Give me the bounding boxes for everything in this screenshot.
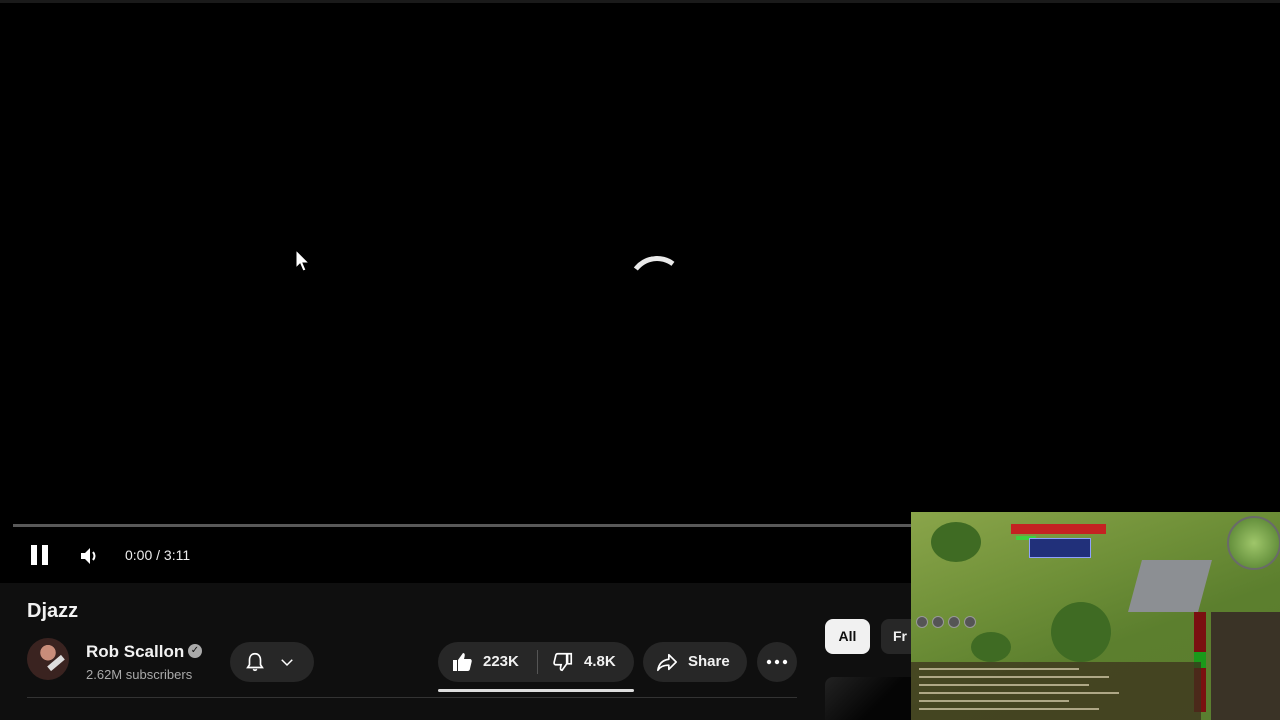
dislike-count[interactable]: 4.8K <box>584 653 616 670</box>
duration: 3:11 <box>163 547 191 563</box>
bell-icon <box>246 652 264 672</box>
like-dislike-group: 223K 4.8K <box>438 642 634 682</box>
recommended-thumbnail[interactable] <box>825 677 915 720</box>
share-label: Share <box>688 653 730 670</box>
player-controls: 0:00 / 3:11 <box>0 538 911 574</box>
thumbs-down-icon[interactable] <box>552 651 574 673</box>
verified-icon: ✓ <box>188 644 202 658</box>
video-player[interactable]: 0:00 / 3:11 <box>0 0 1280 583</box>
more-actions-button[interactable] <box>757 642 797 682</box>
top-edge <box>0 0 1280 3</box>
divider-line <box>27 697 797 698</box>
more-horizontal-icon <box>766 659 788 665</box>
video-title: Djazz <box>27 600 79 622</box>
volume-icon <box>81 548 96 564</box>
chevron-down-icon <box>281 659 293 667</box>
picture-in-picture-game-video[interactable] <box>911 512 1280 720</box>
progress-bar[interactable] <box>13 524 911 527</box>
current-time: 0:00 <box>125 547 153 563</box>
share-button[interactable]: Share <box>643 642 747 682</box>
mouse-cursor-icon <box>295 249 311 272</box>
time-separator: / <box>152 547 164 563</box>
channel-avatar[interactable] <box>27 638 69 680</box>
chip-all[interactable]: All <box>825 619 870 654</box>
like-count[interactable]: 223K <box>483 653 519 670</box>
time-display: 0:00 / 3:11 <box>125 547 190 563</box>
volume-button[interactable] <box>78 544 102 568</box>
pause-button[interactable] <box>28 544 52 568</box>
share-icon <box>657 653 677 672</box>
like-ratio-bar <box>438 689 634 692</box>
subscriber-count: 2.62M subscribers <box>86 667 193 682</box>
like-divider <box>537 650 538 674</box>
notification-subscribe-button[interactable] <box>230 642 314 682</box>
loading-spinner <box>624 252 690 318</box>
channel-name-link[interactable]: Rob Scallon <box>86 642 184 662</box>
thumbs-up-icon[interactable] <box>450 650 474 674</box>
